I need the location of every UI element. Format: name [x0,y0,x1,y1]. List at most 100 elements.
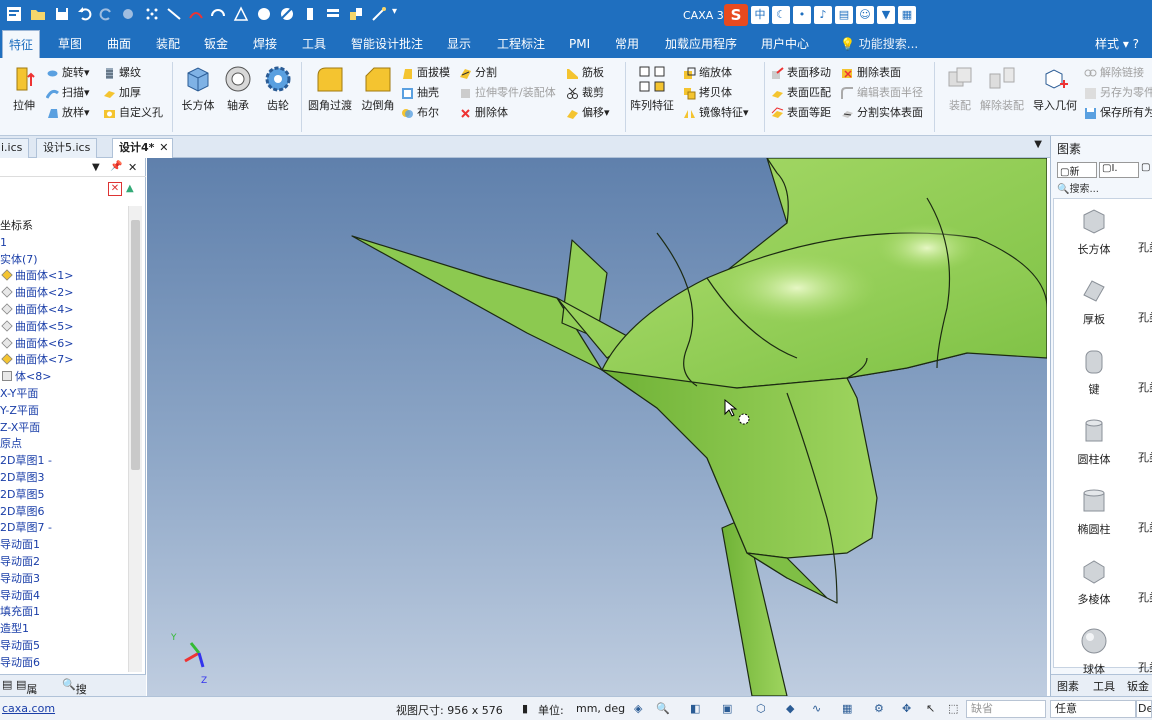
tab-common[interactable]: 常用 [609,30,645,58]
gallery-item-prism[interactable]: 多棱体 [1054,555,1134,607]
trim-button[interactable]: 裁剪 [566,84,604,102]
sweep-button[interactable]: 扫描 ▾ [46,84,90,102]
tab-load-apps[interactable]: 加载应用程序 [659,30,743,58]
edit-face-radius-button[interactable]: 编辑表面半径 [841,84,923,102]
save-as-part-button[interactable]: 另存为零件 [1084,84,1152,102]
tree-item[interactable]: 曲面体<2> [0,285,128,302]
snap-icon[interactable]: ✥ [902,702,916,716]
tree-item[interactable]: 2D草图3 [0,470,128,487]
tree-item[interactable]: 1 [0,235,128,252]
face-offset-button[interactable]: 表面等距 [771,104,831,122]
extrude-part-button[interactable]: 拉伸零件/装配体 [459,84,556,102]
gallery-item-cylinder[interactable]: 圆柱体 [1054,415,1134,467]
close-tab-icon[interactable]: ✕ [159,139,168,157]
rib-button[interactable]: 筋板 [566,64,604,82]
moon-icon[interactable]: ☾ [772,6,790,24]
tree-item[interactable]: 曲面体<5> [0,319,128,336]
tab-smart-annotation[interactable]: 智能设计批注 [345,30,429,58]
copy-body-button[interactable]: 拷贝体 [683,84,732,102]
open-icon[interactable] [30,6,46,22]
sphere-icon[interactable] [256,6,272,22]
tree-item[interactable]: X-Y平面 [0,386,128,403]
tree-item[interactable]: 实体(7) [0,252,128,269]
panel-pin-icon[interactable]: 📌 [110,161,122,172]
panel-close-icon[interactable]: ✕ [128,161,137,174]
status-link[interactable]: caxa.com [2,702,55,715]
wand-icon[interactable] [371,6,387,22]
filter-select-icon[interactable]: ⬚ [948,702,962,716]
shade-icon[interactable] [279,6,295,22]
tab-user-center[interactable]: 用户中心 [755,30,815,58]
tab-feature[interactable]: 特征 [2,30,41,58]
tree-item[interactable]: 2D草图1 - [0,453,128,470]
qa-dropdown-icon[interactable]: ▾ [392,6,408,22]
tree-item[interactable]: 曲面体<6> [0,336,128,353]
disassemble-button[interactable]: 解除装配 [980,64,1024,113]
save-icon[interactable] [54,6,70,22]
face-move-button[interactable]: 表面移动 [771,64,831,82]
curve-icon[interactable] [188,6,204,22]
tree-item[interactable]: 坐标系 [0,218,128,235]
skin-icon[interactable]: ▼ [877,6,895,24]
tab-weld[interactable]: 焊接 [247,30,283,58]
filter-button-3[interactable]: ▢ [1141,162,1150,173]
tab-sketch[interactable]: 草图 [52,30,88,58]
thread-button[interactable]: 螺纹 [103,64,141,82]
view-orient-icon[interactable]: ◧ [690,702,704,716]
style-menu[interactable]: 样式 ▾ ? [1095,30,1139,58]
tab-sheet-metal-gallery[interactable]: 钣金 [1127,678,1149,694]
import-geometry-button[interactable]: 导入几何 [1030,64,1080,113]
assemble-button[interactable]: 装配 [938,64,982,113]
doc-tab[interactable]: i.ics [0,138,30,158]
tree-item[interactable]: 2D草图5 [0,487,128,504]
light-icon[interactable]: ◆ [786,702,800,716]
tab-engineering-dim[interactable]: 工程标注 [491,30,551,58]
triangle-icon[interactable] [233,6,249,22]
tree-item[interactable]: 2D草图7 - [0,520,128,537]
mirror-button[interactable]: 镜像特征 ▾ [683,104,749,122]
tree-item[interactable]: 体<8> [0,369,128,386]
measure-icon[interactable]: ∿ [812,702,826,716]
tab-properties[interactable]: ▤ 属性 [16,678,37,712]
tree-item[interactable]: 曲面体<4> [0,302,128,319]
render-icon[interactable]: ◈ [634,702,648,716]
settings-icon[interactable]: ⚙ [874,702,888,716]
filter-button-1[interactable]: ▢新 [1057,162,1097,178]
custom-hole-button[interactable]: 自定义孔 [103,104,163,122]
tree-item[interactable]: Y-Z平面 [0,403,128,420]
split-solid-face-button[interactable]: 分割实体表面 [841,104,923,122]
app-menu-icon[interactable] [6,6,22,22]
grid-menu-icon[interactable]: ▦ [898,6,916,24]
helix-part[interactable] [351,158,1047,696]
cuboid-button[interactable]: 长方体 [176,64,220,113]
parts-icon[interactable] [348,6,364,22]
arc-icon[interactable] [210,6,226,22]
ime-logo[interactable]: S [724,4,748,26]
unlink-button[interactable]: 解除链接 [1084,64,1144,82]
tab-pmi[interactable]: PMI [563,30,596,58]
tab-surface[interactable]: 曲面 [101,30,137,58]
tree-item[interactable]: 曲面体<1> [0,268,128,285]
boolean-button[interactable]: 布尔 [401,104,439,122]
revolve-button[interactable]: 旋转 ▾ [46,64,90,82]
save-all-button[interactable]: 保存所有为 [1084,104,1152,122]
gallery-search[interactable]: 🔍搜索... [1057,180,1147,195]
snap-field[interactable]: 缺省 [966,700,1046,718]
tab-tools[interactable]: 工具 [296,30,332,58]
regen-icon[interactable] [120,6,136,22]
mic-icon[interactable]: ♪ [814,6,832,24]
tab-elements[interactable]: 图素 [1057,678,1079,694]
offset-button[interactable]: 偏移 ▾ [566,104,610,122]
tree-item[interactable]: Z-X平面 [0,420,128,437]
tab-assembly[interactable]: 装配 [150,30,186,58]
doc-tab-active[interactable]: 设计4* ✕ [112,138,174,158]
tree-item[interactable]: 导动面6 [0,655,128,672]
delete-face-button[interactable]: 删除表面 [841,64,901,82]
any-field[interactable]: 任意 [1050,700,1136,718]
split-button[interactable]: 分割 [459,64,497,82]
function-search[interactable]: 💡 功能搜索... [840,30,918,58]
gallery-item-key[interactable]: 键 [1054,345,1134,397]
face-match-button[interactable]: 表面匹配 [771,84,831,102]
section-icon[interactable]: ⬡ [756,702,770,716]
extrude-button[interactable]: 拉伸 [2,64,46,113]
